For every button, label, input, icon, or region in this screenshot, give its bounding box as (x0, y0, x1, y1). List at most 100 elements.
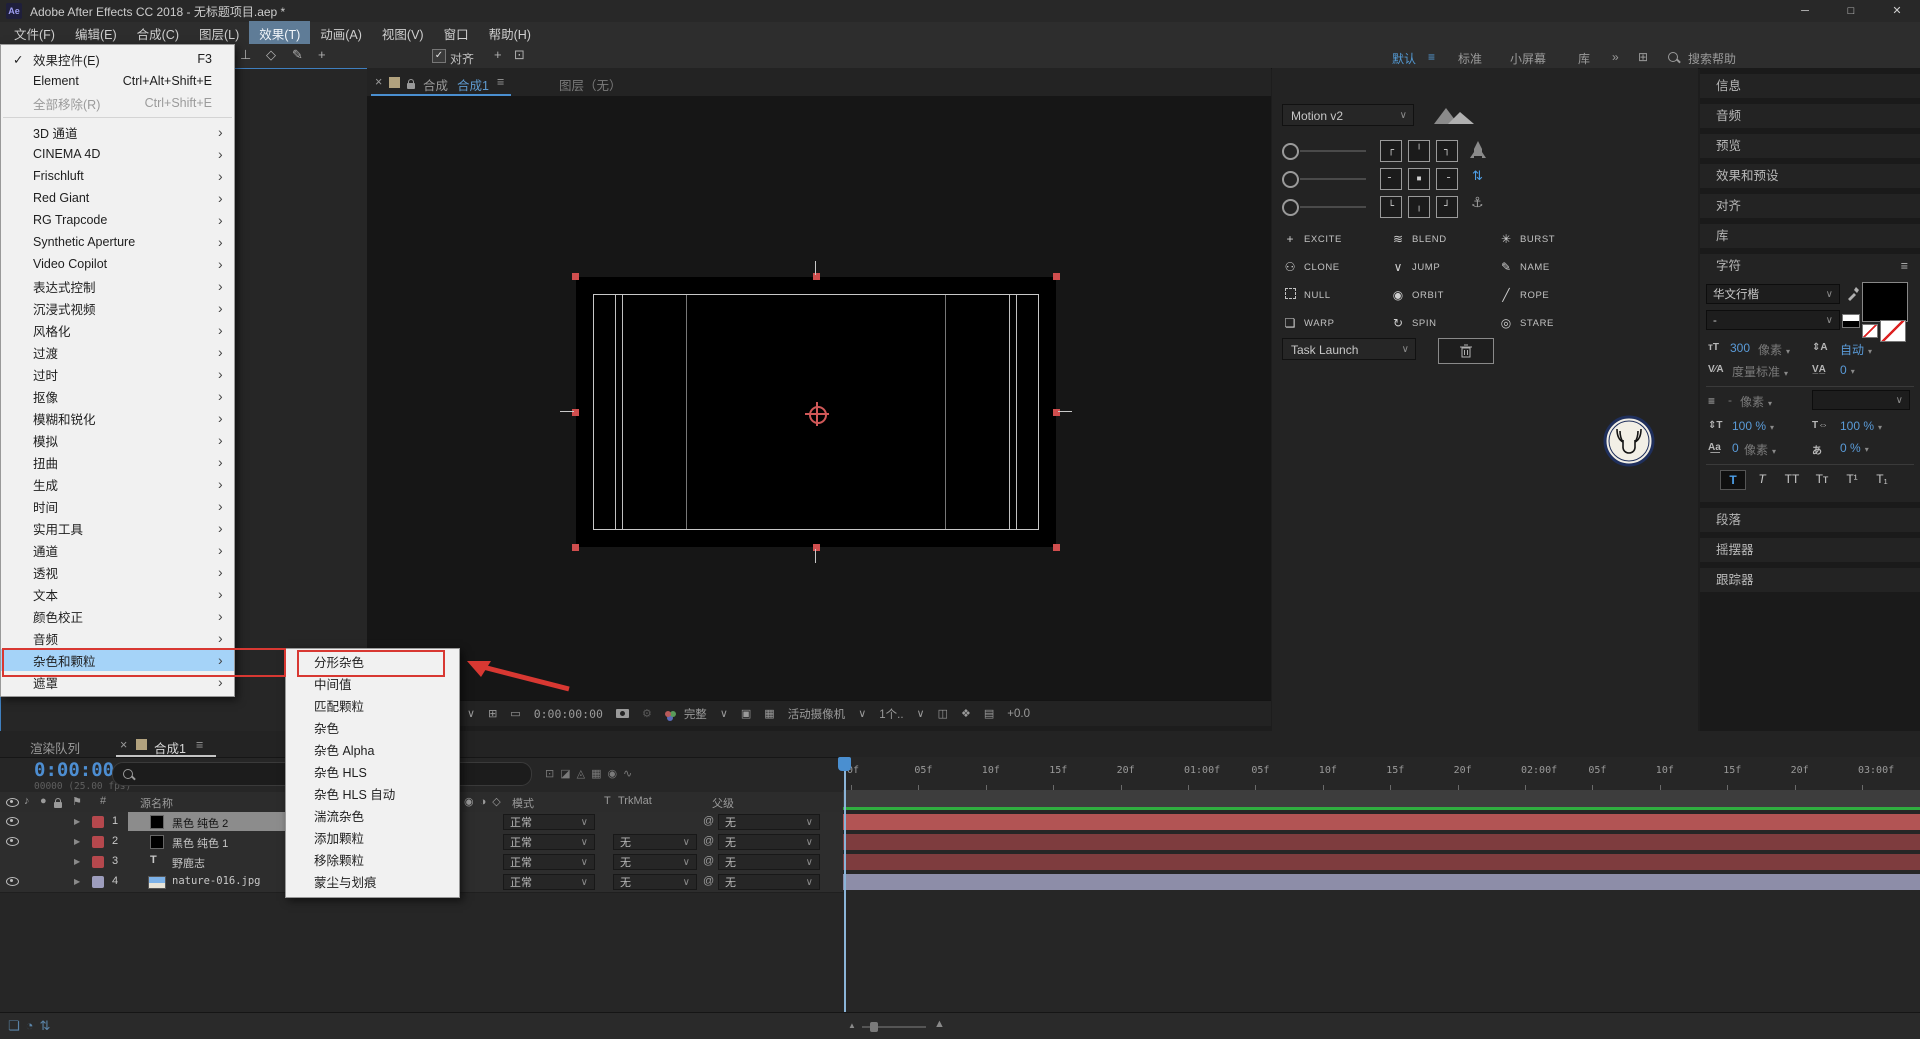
eyedropper-icon[interactable] (1846, 286, 1859, 301)
view-layout-select[interactable]: 1个.. (879, 706, 903, 722)
show-snapshot-icon[interactable]: ⚙ (642, 707, 652, 720)
stroke-style-select[interactable] (1812, 390, 1910, 410)
menubar-item-1[interactable]: 文件(F) (4, 21, 65, 46)
stroke-width-value[interactable]: - (1728, 393, 1732, 407)
work-area-bar[interactable] (843, 790, 1920, 808)
eye-icon[interactable] (6, 877, 19, 889)
timeline-graph-icon[interactable]: ▤ (984, 707, 994, 720)
trash-button[interactable] (1438, 338, 1494, 364)
grid-guides-icon[interactable]: ⊞ (488, 707, 497, 720)
menu-category-RG Trapcode[interactable]: RG Trapcode› (1, 209, 234, 231)
parent-select[interactable]: 无 (718, 834, 820, 850)
menubar-item-3[interactable]: 合成(C) (127, 21, 189, 46)
snapshot-icon[interactable] (616, 709, 629, 718)
layer-duration-bar-2[interactable] (843, 834, 1920, 850)
task-launch-select[interactable]: Task Launch (1282, 338, 1416, 360)
layer-label-chip[interactable] (92, 816, 104, 828)
motion-preset-select[interactable]: Motion v2 (1282, 104, 1414, 126)
menu-category-表达式控制[interactable]: 表达式控制› (1, 275, 234, 297)
view-chevron-icon[interactable]: ∨ (917, 707, 925, 720)
fill-stroke-swatch[interactable] (1842, 314, 1860, 328)
search-help-label[interactable]: 搜索帮助 (1688, 50, 1736, 67)
playhead-marker[interactable] (838, 757, 851, 771)
tsume-value[interactable]: 0 % (1840, 441, 1869, 455)
pixel-aspect-icon[interactable]: ◫ (938, 707, 948, 720)
fill-color-swatch[interactable] (1862, 282, 1908, 322)
align-grid-button-3[interactable]: ┐ (1436, 140, 1458, 162)
character-panel-menu-icon[interactable]: ≡ (1901, 254, 1908, 278)
menu-category-实用工具[interactable]: 实用工具› (1, 517, 234, 539)
motion-button-stare[interactable]: ◎STARE (1498, 312, 1598, 334)
parent-pickwhip-icon[interactable]: @ (703, 875, 714, 887)
layer-duration-bar-1[interactable] (843, 814, 1920, 830)
menu-category-模拟[interactable]: 模拟› (1, 429, 234, 451)
workspace-menu-icon[interactable]: ≡ (1428, 50, 1435, 64)
panel-效果和预设[interactable]: 效果和预设 (1700, 164, 1920, 188)
menu-category-Synthetic Aperture[interactable]: Synthetic Aperture› (1, 231, 234, 253)
menu-item-效果控件(E)[interactable]: ✓效果控件(E)F3 (1, 48, 234, 70)
submenu-item-添加颗粒[interactable]: 添加颗粒 (286, 828, 459, 850)
style-button-4[interactable]: Tᴛ (1810, 470, 1834, 488)
parent-pickwhip-icon[interactable]: @ (703, 835, 714, 847)
tab-render-queue[interactable]: 渲染队列 (30, 738, 80, 757)
leading-value[interactable]: 自动 (1840, 341, 1872, 358)
menu-category-Video Copilot[interactable]: Video Copilot› (1, 253, 234, 275)
submenu-item-蒙尘与划痕[interactable]: 蒙尘与划痕 (286, 872, 459, 894)
menubar-item-4[interactable]: 图层(L) (189, 21, 249, 46)
playhead-line[interactable] (844, 757, 846, 1012)
trkmat-select[interactable]: 无 (613, 874, 697, 890)
timeline-view-option-icons[interactable]: ⊡◪◬▦◉∿ (545, 767, 638, 780)
menubar-item-8[interactable]: 窗口 (434, 21, 479, 46)
menu-category-Red Giant[interactable]: Red Giant› (1, 187, 234, 209)
t-column-header[interactable]: T (604, 795, 611, 807)
panel-摇摆器[interactable]: 摇摆器 (1700, 538, 1920, 562)
transparency-grid-icon[interactable]: ▦ (764, 707, 774, 720)
menu-category-生成[interactable]: 生成› (1, 473, 234, 495)
menu-category-模糊和锐化[interactable]: 模糊和锐化› (1, 407, 234, 429)
align-grid-button-4[interactable]: ╴ (1380, 168, 1402, 190)
no-fill-swatch[interactable] (1862, 324, 1878, 338)
camera-select[interactable]: 活动摄像机 (788, 706, 846, 722)
panel-音频[interactable]: 音频 (1700, 104, 1920, 128)
layer-duration-bar-3[interactable] (843, 854, 1920, 870)
submenu-item-杂色 HLS 自动[interactable]: 杂色 HLS 自动 (286, 784, 459, 806)
comp-tab-label[interactable]: 合成 (423, 75, 448, 94)
menu-category-音频[interactable]: 音频› (1, 627, 234, 649)
snap-checkbox[interactable]: ✓ (432, 49, 446, 63)
layer-expand-arrow[interactable]: ▶ (74, 857, 80, 866)
menu-category-文本[interactable]: 文本› (1, 583, 234, 605)
layer-expand-arrow[interactable]: ▶ (74, 817, 80, 826)
font-style-select[interactable]: - (1706, 310, 1840, 330)
selection-handle[interactable] (572, 544, 579, 551)
parent-select[interactable]: 无 (718, 854, 820, 870)
comp-tab-close-icon[interactable]: × (375, 75, 382, 89)
menubar-item-6[interactable]: 动画(A) (310, 21, 372, 46)
resolution-chevron-icon[interactable]: ∨ (720, 707, 728, 720)
motion-button-name[interactable]: ✎NAME (1498, 256, 1598, 278)
timeline-panel-menu-icon[interactable]: ≡ (196, 738, 203, 752)
menubar-item-9[interactable]: 帮助(H) (479, 21, 541, 46)
target-region-icon[interactable]: ▣ (741, 707, 751, 720)
tool-icon-4[interactable]: + (318, 47, 326, 62)
source-name-column-header[interactable]: 源名称 (140, 795, 173, 811)
zoom-in-mountain-icon[interactable]: ▲ (934, 1018, 945, 1030)
motion-button-clone[interactable]: ⚇CLONE (1282, 256, 1382, 278)
layer-tab[interactable]: 图层（无） (559, 75, 622, 94)
region-of-interest-icon[interactable]: ▭ (510, 707, 520, 720)
align-grid-button-2[interactable]: ╵ (1408, 140, 1430, 162)
mountain-icon[interactable] (1430, 102, 1478, 126)
tool-icon-2[interactable]: ◇ (266, 47, 276, 63)
panel-信息[interactable]: 信息 (1700, 74, 1920, 98)
menubar-item-7[interactable]: 视图(V) (372, 21, 434, 46)
mask-tool-icon[interactable]: + (494, 47, 502, 62)
style-button-1[interactable]: T (1720, 470, 1746, 490)
selection-handle[interactable] (1053, 273, 1060, 280)
workspace-standard[interactable]: 标准 (1458, 50, 1482, 67)
submenu-item-杂色 HLS[interactable]: 杂色 HLS (286, 762, 459, 784)
camera-chevron-icon[interactable]: ∨ (858, 707, 866, 720)
trkmat-column-header[interactable]: TrkMat (618, 795, 652, 807)
menu-category-透视[interactable]: 透视› (1, 561, 234, 583)
layer-label-chip[interactable] (92, 876, 104, 888)
zoom-out-mountain-icon[interactable]: ▲ (848, 1021, 856, 1030)
slider-track[interactable] (1300, 150, 1366, 152)
